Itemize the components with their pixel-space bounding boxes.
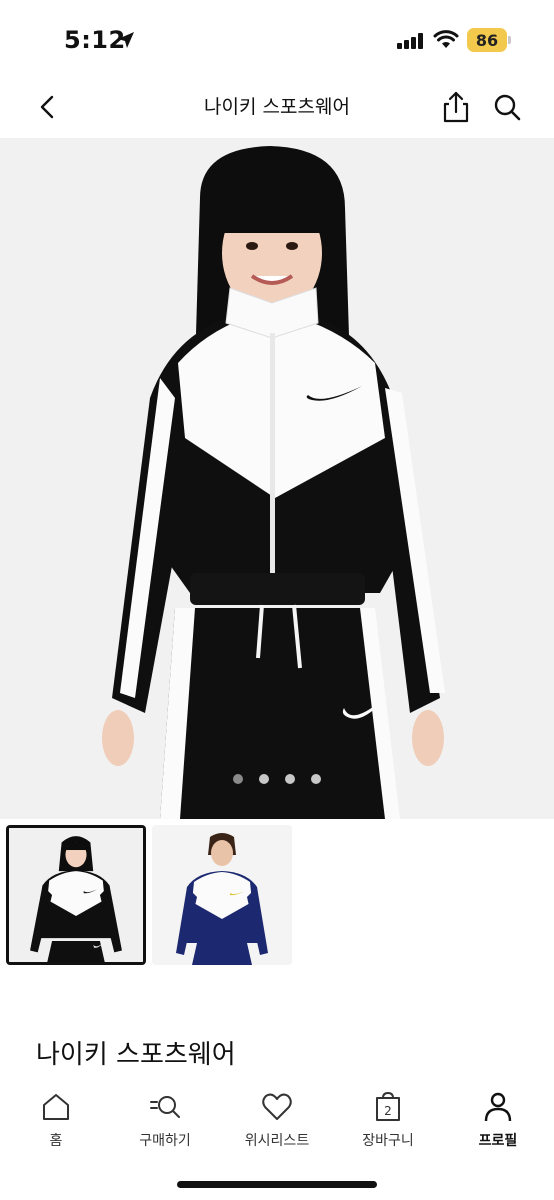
battery-indicator: 86: [467, 28, 507, 52]
carousel-pager: [0, 774, 554, 784]
cellular-signal-icon: [397, 33, 423, 49]
thumbnail-strip: [6, 825, 292, 965]
thumbnail-image: [9, 828, 143, 962]
tab-label: 장바구니: [362, 1133, 414, 1149]
tab-profile[interactable]: 프로필: [448, 1090, 548, 1156]
wifi-icon: [433, 30, 459, 48]
thumbnail-image: [152, 825, 292, 965]
heart-icon: [262, 1093, 292, 1120]
tab-cart[interactable]: 2 장바구니: [338, 1090, 438, 1156]
pager-dot[interactable]: [233, 774, 243, 784]
pager-dot[interactable]: [259, 774, 269, 784]
tab-label: 홈: [49, 1133, 63, 1149]
pager-dot[interactable]: [311, 774, 321, 784]
tab-label: 프로필: [478, 1133, 518, 1149]
location-arrow-icon: [118, 32, 134, 48]
profile-icon: [484, 1092, 512, 1122]
battery-level: 86: [475, 30, 499, 50]
tab-wishlist[interactable]: 위시리스트: [227, 1090, 327, 1156]
home-icon: [43, 1094, 69, 1120]
cart-badge: 2: [384, 1104, 392, 1118]
thumbnail-navy-white[interactable]: [152, 825, 292, 965]
search-icon[interactable]: [492, 92, 522, 122]
search-list-icon: [150, 1096, 180, 1118]
product-brand-name: 나이키 스포츠웨어: [36, 1040, 236, 1070]
product-image-carousel[interactable]: [0, 138, 554, 819]
home-indicator: [177, 1181, 377, 1188]
share-icon[interactable]: [441, 90, 471, 124]
app-header: 나이키 스포츠웨어: [0, 80, 554, 136]
product-photo: [0, 138, 554, 819]
tab-label: 구매하기: [139, 1133, 191, 1149]
chevron-left-icon[interactable]: [34, 92, 62, 122]
product-page: 5:12 86 나이키 스포츠웨어 나이키 스포츠웨어 홈 구매하기 위시리스트…: [0, 0, 554, 1200]
tab-home[interactable]: 홈: [6, 1090, 106, 1156]
battery-nub: [508, 36, 511, 44]
tab-buy[interactable]: 구매하기: [115, 1090, 215, 1156]
bag-icon: 2: [376, 1091, 400, 1121]
thumbnail-black-white[interactable]: [6, 825, 146, 965]
status-bar: 5:12 86: [0, 0, 554, 80]
pager-dot[interactable]: [285, 774, 295, 784]
tab-label: 위시리스트: [244, 1133, 310, 1149]
